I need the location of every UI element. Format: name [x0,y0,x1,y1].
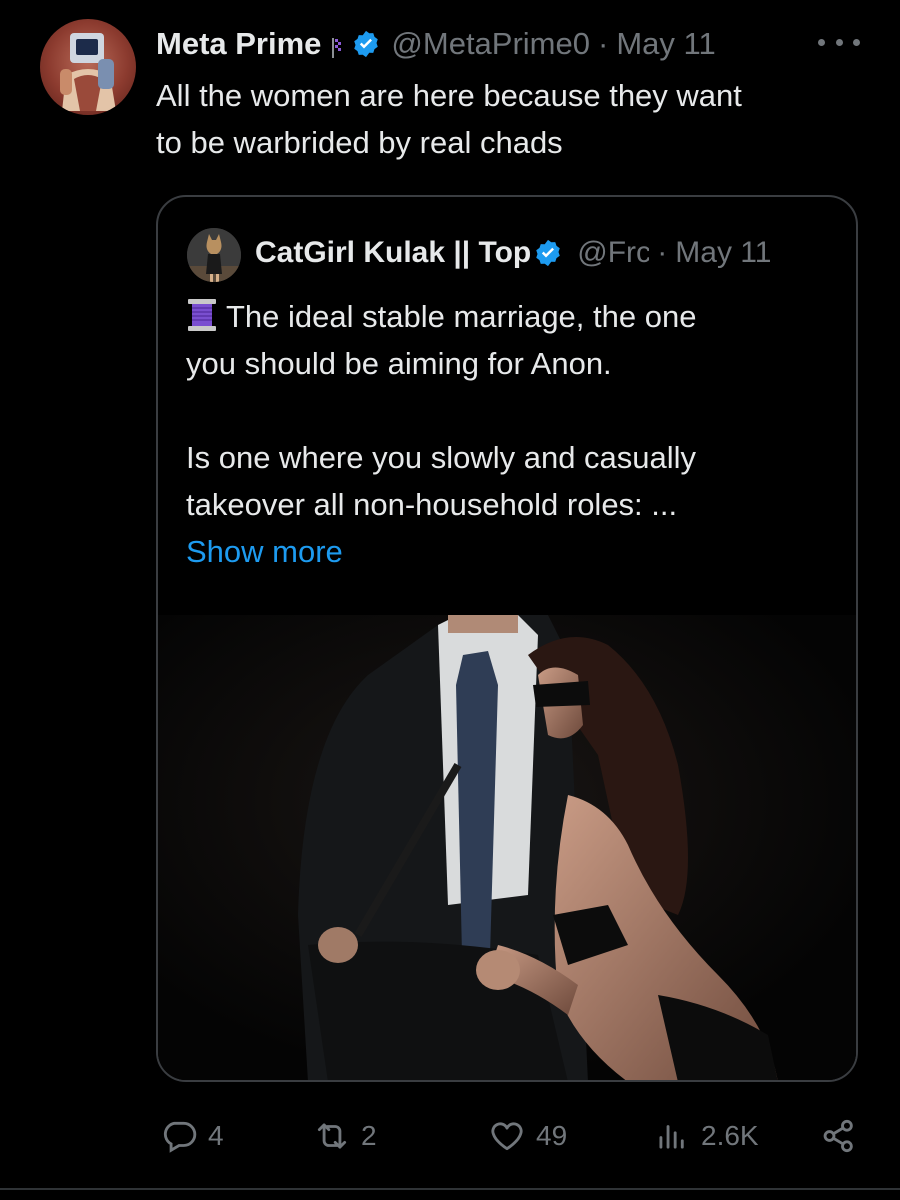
verified-badge-icon [533,238,563,268]
views-chart-icon [659,1125,684,1149]
quote-text-line2: you should be aiming for Anon. [186,346,612,381]
tweet-date[interactable]: May 11 [616,26,715,62]
author-display-name[interactable]: Meta Prime [156,26,321,62]
quote-header-separator: · [657,236,668,269]
ellipsis-icon[interactable] [818,30,860,54]
header-separator: · [598,26,609,61]
share-button[interactable] [820,1112,858,1160]
reply-button[interactable]: 4 [160,1112,224,1160]
views-button[interactable]: 2.6K [653,1112,759,1160]
robot-avatar-icon [60,33,116,111]
quoted-tweet[interactable]: CatGirl Kulak || Top @Frc · May 11 The i… [156,195,858,1082]
retweet-count: 2 [361,1120,377,1151]
flag-emoji-icon [329,32,345,58]
quote-author-handle[interactable]: @Frc [577,236,649,270]
tweet-text: All the women are here because they want… [156,78,742,160]
heart-icon [491,1122,523,1151]
views-count: 2.6K [701,1120,759,1151]
catgirl-avatar-icon [187,228,241,282]
quote-media[interactable] [158,615,856,1080]
quote-text-line4: takeover all non-household roles: ... [186,487,678,522]
quote-text-line: The ideal stable marriage, the one [186,293,826,340]
retweet-icon [317,1123,347,1149]
author-avatar[interactable] [40,19,136,115]
quote-date[interactable]: May 11 [675,236,771,270]
author-handle[interactable]: @MetaPrime0 [391,26,590,62]
quote-text: The ideal stable marriage, the one you s… [186,293,826,575]
action-bar: 4 2 49 2.6K [160,1112,860,1160]
thread-spool-icon [186,298,218,332]
quote-author-avatar[interactable] [187,228,241,282]
like-button[interactable]: 49 [488,1112,567,1160]
quote-header: CatGirl Kulak || Top @Frc · May 11 [255,233,835,273]
quote-text-line3: Is one where you slowly and casually [186,440,697,475]
tweet-header: Meta Prime @MetaPrime0 · May 11 [156,22,716,66]
quote-text-line1: The ideal stable marriage, the one [226,299,697,334]
photo-couple-icon [158,615,856,1080]
share-icon [823,1119,853,1153]
quote-author-display-name[interactable]: CatGirl Kulak || Top [255,236,531,270]
like-count: 49 [536,1120,568,1151]
tweet: Meta Prime @MetaPrime0 · May 11 All the … [0,0,900,1200]
verified-badge-icon [351,29,381,59]
reply-count: 4 [208,1120,224,1151]
divider [0,1188,900,1190]
reply-icon [163,1121,197,1153]
retweet-button[interactable]: 2 [313,1112,377,1160]
show-more-link[interactable]: Show more [186,534,343,569]
